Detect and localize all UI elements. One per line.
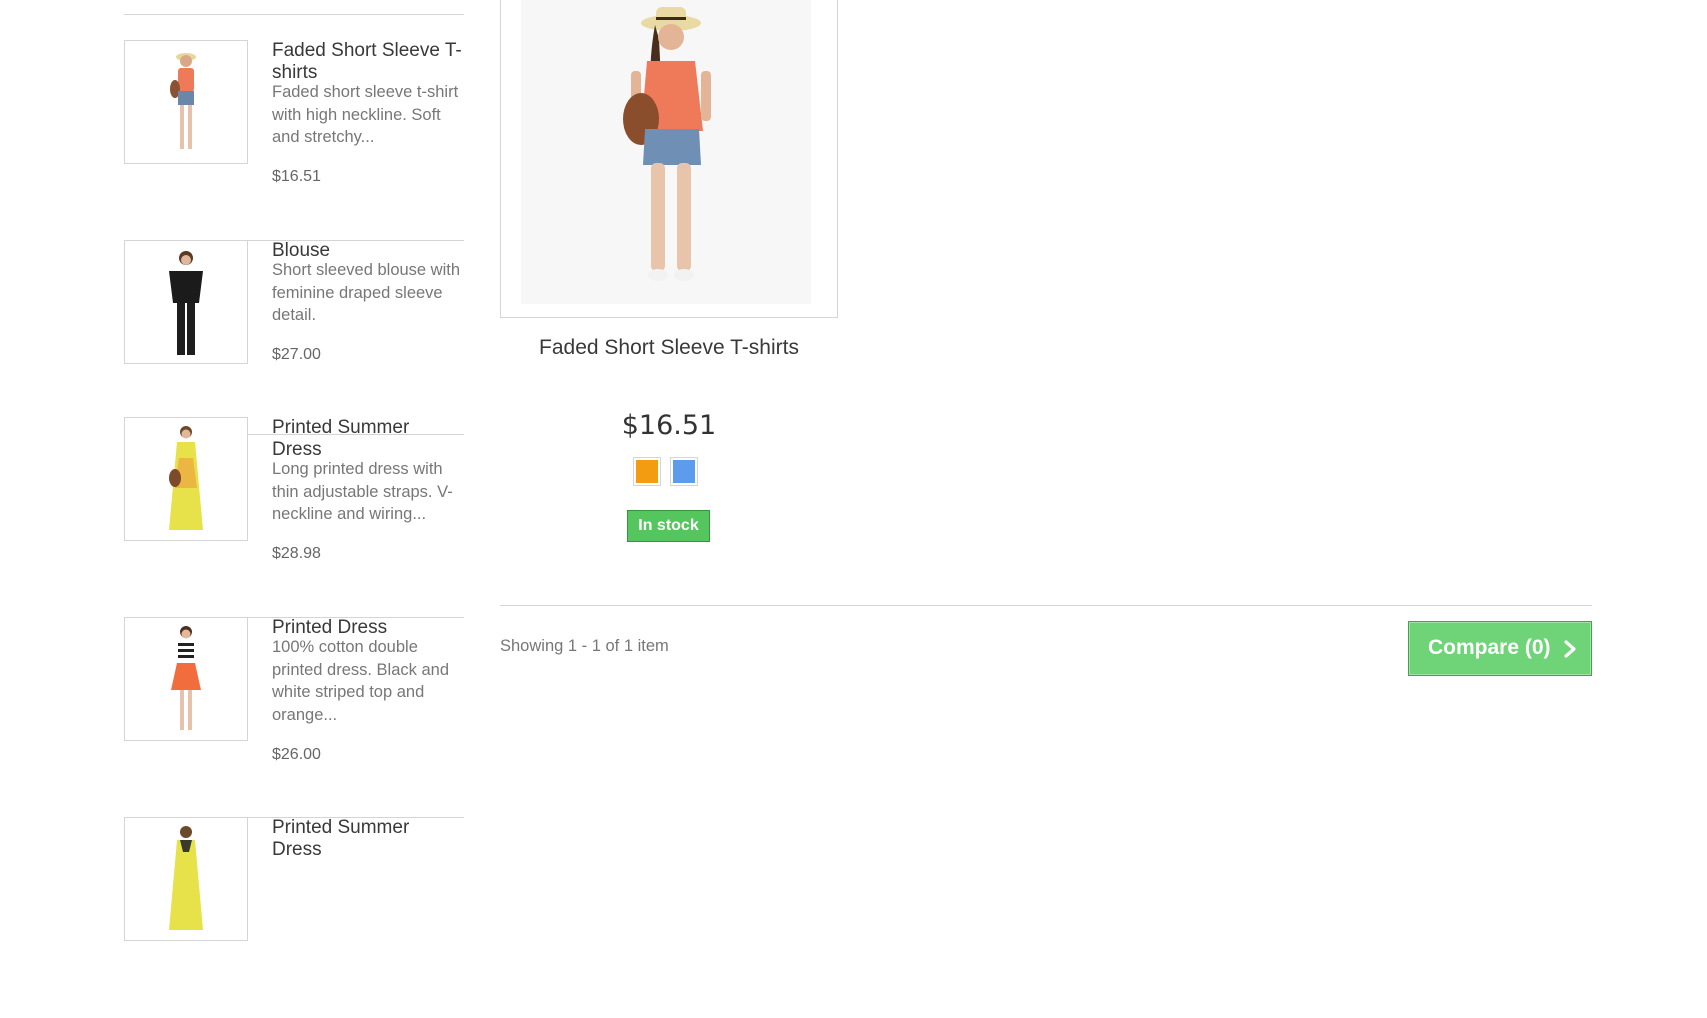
compare-label: Compare (0)	[1428, 636, 1551, 659]
product-title-link[interactable]: Faded Short Sleeve T-shirts	[500, 335, 838, 361]
product-name-link[interactable]: Printed Summer Dress	[272, 417, 462, 461]
swatch-fill	[636, 460, 658, 483]
list-item: Faded Short Sleeve T-shirts Faded short …	[124, 40, 464, 241]
product-price: $27.00	[272, 346, 321, 363]
product-price: $16.51	[621, 410, 717, 441]
list-item: Printed Summer Dress Long printed dress …	[124, 417, 464, 618]
product-price: $28.98	[272, 545, 321, 562]
availability-badge: In stock	[627, 510, 710, 542]
color-swatch-blue[interactable]	[670, 457, 698, 486]
divider	[124, 14, 464, 15]
product-price: $26.00	[272, 746, 321, 763]
product-thumbnail[interactable]	[124, 40, 248, 164]
list-item: Printed Dress 100% cotton double printed…	[124, 617, 464, 818]
compare-button[interactable]: Compare (0)	[1408, 621, 1592, 676]
color-swatch-orange[interactable]	[633, 457, 661, 486]
product-description: Faded short sleeve t-shirt with high nec…	[272, 83, 459, 146]
product-name-link[interactable]: Faded Short Sleeve T-shirts	[272, 40, 462, 84]
chevron-right-icon	[1564, 640, 1576, 658]
product-description: Long printed dress with thin adjustable …	[272, 460, 453, 523]
product-thumbnail[interactable]	[124, 240, 248, 364]
pagination-summary: Showing 1 - 1 of 1 item	[500, 637, 669, 655]
product-thumbnail[interactable]	[124, 417, 248, 541]
product-price: $16.51	[272, 168, 321, 185]
product-thumbnail[interactable]	[124, 817, 248, 941]
divider	[500, 605, 1592, 606]
list-item: Printed Summer Dress	[124, 817, 464, 1018]
swatch-fill	[673, 460, 695, 483]
product-description: Short sleeved blouse with feminine drape…	[272, 261, 461, 324]
product-description: 100% cotton double printed dress. Black …	[272, 638, 450, 724]
product-name-link[interactable]: Printed Summer Dress	[272, 817, 462, 861]
product-thumbnail[interactable]	[124, 617, 248, 741]
list-item: Blouse Short sleeved blouse with feminin…	[124, 240, 464, 441]
product-image[interactable]	[500, 0, 838, 318]
